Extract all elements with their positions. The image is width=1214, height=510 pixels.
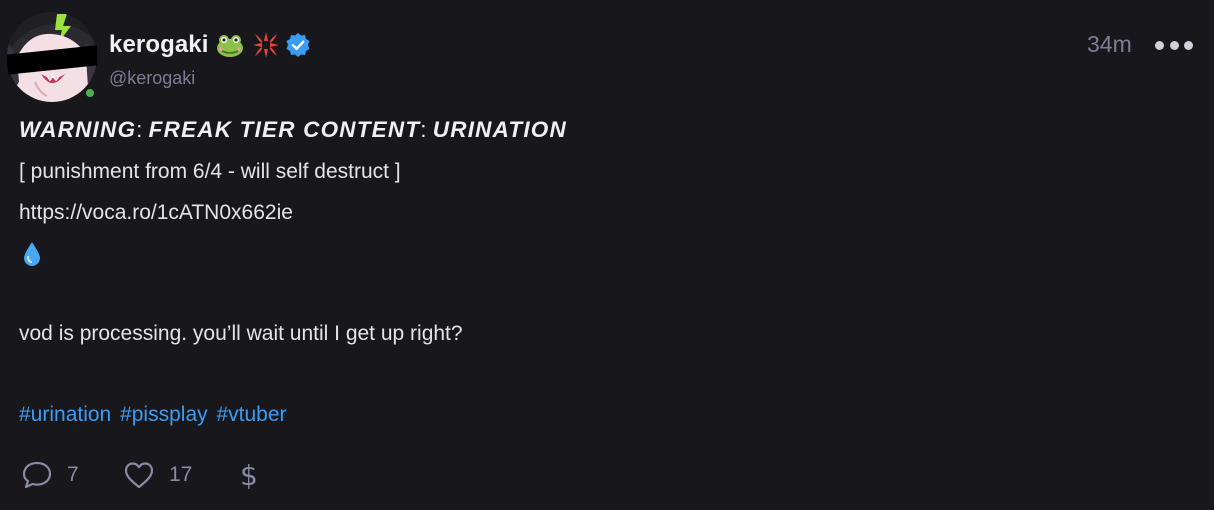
hashtag-list: #urination #pissplay #vtuber	[19, 403, 290, 427]
droplet-emoji-icon	[19, 240, 45, 268]
heart-icon	[124, 462, 154, 489]
warning-topic: URINATION	[432, 117, 567, 142]
warning-tier: FREAK TIER CONTENT	[148, 117, 421, 142]
hashtag-link[interactable]: #pissplay	[120, 403, 208, 426]
post-card: kerogaki @kerogaki 34m WARNING: FREAK TI…	[0, 0, 1214, 510]
content-warning: WARNING: FREAK TIER CONTENT: URINATION	[19, 117, 567, 143]
reply-button[interactable]: 7	[21, 455, 79, 495]
frog-emoji-icon	[215, 30, 245, 60]
anger-emoji-icon	[251, 30, 281, 60]
hashtag-link[interactable]: #vtuber	[216, 403, 286, 426]
author-name-row[interactable]: kerogaki	[109, 29, 311, 61]
like-button[interactable]: 17	[123, 455, 192, 495]
author-handle[interactable]: @kerogaki	[109, 68, 195, 89]
reply-count: 7	[67, 463, 79, 486]
warning-separator: :	[136, 117, 149, 142]
post-timestamp[interactable]: 34m	[1087, 31, 1132, 58]
comment-icon	[22, 461, 52, 489]
dollar-icon: $	[240, 458, 258, 492]
more-dot-icon	[1155, 40, 1164, 50]
avatar[interactable]	[7, 12, 97, 102]
more-dot-icon	[1184, 40, 1193, 50]
verified-badge-icon	[285, 32, 311, 58]
like-count: 17	[169, 463, 193, 486]
online-status-dot	[83, 86, 97, 100]
author-display-name: kerogaki	[109, 31, 209, 58]
hashtag-link[interactable]: #urination	[19, 403, 111, 426]
vod-note: vod is processing. you’ll wait until I g…	[19, 322, 463, 345]
tip-button[interactable]: $	[240, 455, 258, 495]
warning-separator: :	[420, 117, 433, 142]
punishment-note: [ punishment from 6/4 - will self destru…	[19, 160, 401, 183]
more-dot-icon	[1169, 40, 1179, 50]
voca-link[interactable]: https://voca.ro/1cATN0x662ie	[19, 201, 293, 225]
warning-label: WARNING	[19, 117, 137, 142]
more-options-button[interactable]	[1155, 33, 1193, 57]
